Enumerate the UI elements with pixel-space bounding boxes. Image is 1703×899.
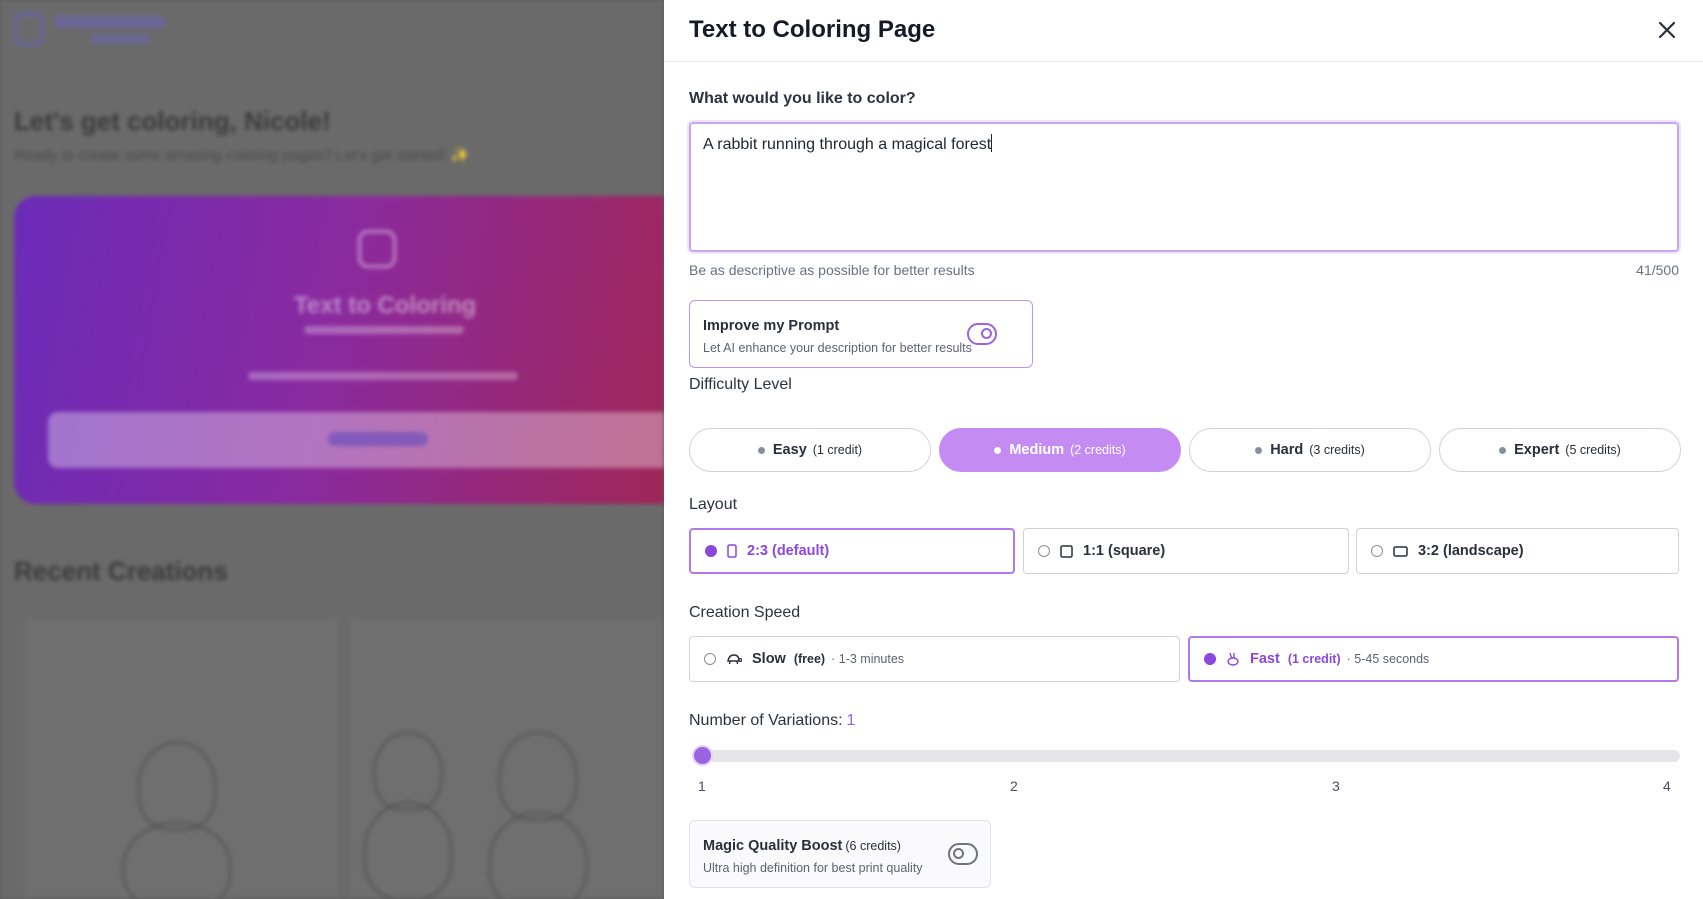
greeting-subtitle: Ready to create some amazing coloring pa… [14,147,470,164]
square-icon [1060,544,1073,558]
bullet-icon [757,446,765,454]
layout-option-label: 3:2 (landscape) [1418,543,1524,559]
variations-slider-track[interactable] [702,750,1680,762]
difficulty-option-credits: (3 credits) [1309,443,1365,457]
hero-card: Text to Coloring [14,196,664,504]
difficulty-expert-button[interactable]: Expert (5 credits) [1439,428,1681,472]
boost-title: Magic Quality Boost [703,838,843,854]
radio-unselected [1371,545,1383,557]
hero-create-button [48,412,664,468]
boost-description: Ultra high definition for best print qua… [703,861,923,875]
difficulty-option-credits: (2 credits) [1070,443,1126,457]
layout-square-option[interactable]: 1:1 (square) [1023,528,1349,574]
speed-fast-option[interactable]: Fast (1 credit) · 5-45 seconds [1188,636,1679,682]
portrait-rect-icon [727,544,737,558]
improve-prompt-card[interactable]: Improve my Prompt Let AI enhance your de… [689,300,1033,368]
improve-prompt-title: Improve my Prompt [703,318,840,334]
layout-option-label: 1:1 (square) [1083,543,1166,559]
recent-creations-heading: Recent Creations [14,556,228,586]
panel-title: Text to Coloring Page [689,16,936,43]
difficulty-medium-button[interactable]: Medium (2 credits) [939,428,1181,472]
prompt-text: A rabbit running through a magical fores… [703,136,992,153]
close-icon [1658,21,1676,39]
difficulty-option-label: Medium [1009,442,1065,458]
variations-slider-thumb[interactable] [694,747,711,764]
radio-unselected [1038,545,1050,557]
landscape-rect-icon [1393,545,1408,557]
speed-option-time: · 1-3 minutes [831,652,905,666]
hero-title: Text to Coloring [294,292,477,319]
radio-selected [1204,653,1216,665]
toggle-knob [981,328,992,339]
difficulty-label: Difficulty Level [689,376,792,393]
difficulty-option-label: Easy [772,442,807,458]
boost-title-row: Magic Quality Boost (6 credits) [703,838,901,854]
layout-option-label: 2:3 (default) [747,543,830,559]
radio-selected [705,545,717,557]
difficulty-option-credits: (1 credit) [812,443,863,457]
layout-label: Layout [689,496,738,513]
difficulty-option-credits: (5 credits) [1565,443,1621,457]
prompt-label: What would you like to color? [689,90,916,107]
recent-card [26,620,336,899]
difficulty-hard-button[interactable]: Hard (3 credits) [1189,428,1431,472]
background-dashboard: Let's get coloring, Nicole! Ready to cre… [0,0,664,899]
turtle-icon [726,653,742,665]
recent-card [352,620,662,899]
layout-landscape-option[interactable]: 3:2 (landscape) [1356,528,1679,574]
speed-option-label: Slow [752,651,786,667]
variations-label-text: Number of Variations: [689,712,843,729]
app-logo [14,8,166,48]
greeting-heading: Let's get coloring, Nicole! [14,106,331,136]
slider-tick-label: 1 [698,778,706,794]
difficulty-option-label: Hard [1270,442,1304,458]
variations-label: Number of Variations: 1 [689,712,855,730]
difficulty-easy-button[interactable]: Easy (1 credit) [689,428,931,472]
speed-label: Creation Speed [689,604,801,621]
panel-header: Text to Coloring Page [664,0,1703,62]
toggle-knob [953,848,964,859]
improve-prompt-toggle[interactable] [967,323,997,345]
speed-slow-option[interactable]: Slow (free) · 1-3 minutes [689,636,1180,682]
speed-option-time: · 5-45 seconds [1346,652,1430,666]
speed-option-label: Fast [1250,651,1280,667]
layout-portrait-option[interactable]: 2:3 (default) [689,528,1015,574]
boost-credits: (6 credits) [845,839,901,853]
bullet-icon [994,446,1002,454]
variations-value: 1 [846,712,856,729]
difficulty-option-label: Expert [1514,442,1560,458]
hero-icon [358,230,396,268]
slider-tick-label: 2 [1010,778,1018,794]
magic-quality-boost-toggle[interactable] [948,843,978,865]
prompt-hint: Be as descriptive as possible for better… [689,262,975,278]
bullet-icon [1499,446,1507,454]
slider-tick-label: 4 [1663,778,1671,794]
magic-quality-boost-card[interactable]: Magic Quality Boost (6 credits) Ultra hig… [689,820,991,888]
bullet-icon [1255,446,1263,454]
close-button[interactable] [1655,18,1679,42]
speed-option-credits: (1 credit) [1287,652,1341,666]
radio-unselected [704,653,716,665]
speed-option-credits: (free) [793,652,826,666]
improve-prompt-description: Let AI enhance your description for bett… [703,341,972,355]
slider-tick-label: 3 [1332,778,1340,794]
text-to-coloring-panel: Text to Coloring Page What would you lik… [664,0,1703,899]
char-counter: 41/500 [1636,262,1679,278]
text-caret [991,134,993,152]
prompt-textarea[interactable]: A rabbit running through a magical fores… [689,122,1679,252]
rabbit-icon [1226,652,1240,666]
